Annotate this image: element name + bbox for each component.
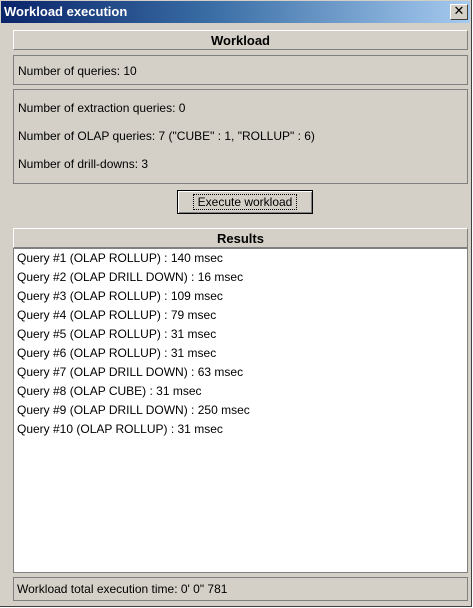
query-breakdown-box: Number of extraction queries: 0 Number o…	[13, 89, 468, 184]
queries-count-box: Number of queries: 10	[13, 55, 468, 85]
list-item: Query #10 (OLAP ROLLUP) : 31 msec	[17, 422, 223, 436]
list-item: Query #9 (OLAP DRILL DOWN) : 250 msec	[17, 403, 250, 417]
workload-header: Workload	[13, 30, 468, 50]
num-olap-label: Number of OLAP queries: 7 ("CUBE" : 1, "…	[18, 129, 315, 143]
window-title: Workload execution	[4, 4, 128, 19]
list-item: Query #4 (OLAP ROLLUP) : 79 msec	[17, 308, 217, 322]
num-drilldowns-label: Number of drill-downs: 3	[18, 157, 149, 171]
results-list[interactable]: Query #1 (OLAP ROLLUP) : 140 msec Query …	[13, 248, 468, 573]
list-item: Query #2 (OLAP DRILL DOWN) : 16 msec	[17, 270, 244, 284]
title-bar[interactable]: Workload execution ✕	[1, 1, 470, 23]
total-execution-time: Workload total execution time: 0' 0" 781	[13, 577, 468, 601]
list-item: Query #8 (OLAP CUBE) : 31 msec	[17, 384, 202, 398]
execute-workload-label: Execute workload	[192, 194, 298, 210]
list-item: Query #5 (OLAP ROLLUP) : 31 msec	[17, 327, 217, 341]
workload-execution-window: Workload execution ✕ Workload Number of …	[0, 0, 472, 607]
num-queries-label: Number of queries: 10	[18, 64, 137, 78]
list-item: Query #3 (OLAP ROLLUP) : 109 msec	[17, 289, 223, 303]
execute-workload-button[interactable]: Execute workload	[177, 190, 313, 214]
list-item: Query #1 (OLAP ROLLUP) : 140 msec	[17, 251, 223, 265]
results-header: Results	[13, 228, 468, 248]
content-area: Workload Number of queries: 10 Number of…	[13, 30, 468, 601]
num-extraction-label: Number of extraction queries: 0	[18, 101, 186, 115]
list-item: Query #7 (OLAP DRILL DOWN) : 63 msec	[17, 365, 244, 379]
close-icon[interactable]: ✕	[450, 4, 468, 20]
list-item: Query #6 (OLAP ROLLUP) : 31 msec	[17, 346, 217, 360]
